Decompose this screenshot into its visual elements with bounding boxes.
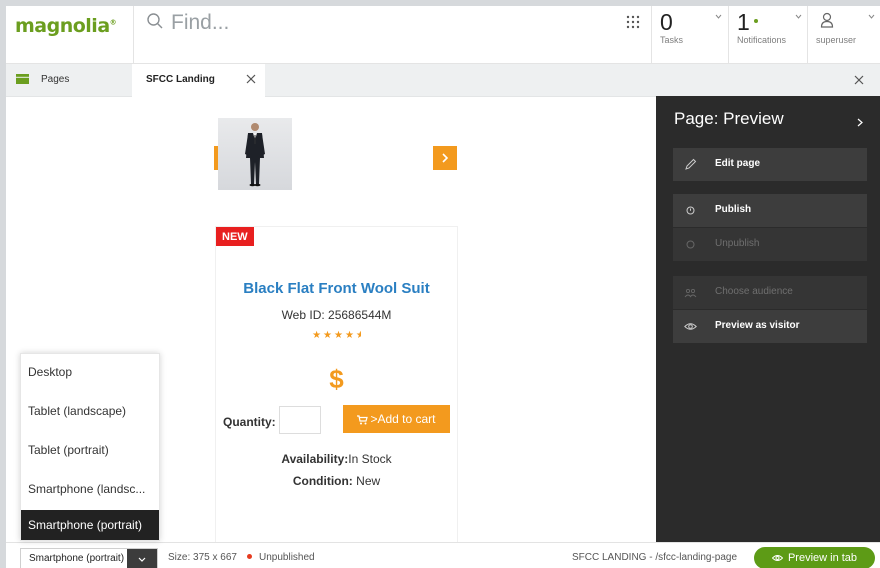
pages-app-icon — [16, 74, 29, 84]
device-select[interactable]: Smartphone (portrait) — [20, 548, 158, 568]
chevron-down-icon — [715, 14, 722, 19]
chevron-down-icon — [868, 14, 875, 19]
device-option-desktop[interactable]: Desktop — [21, 354, 159, 390]
new-notification-dot — [753, 18, 758, 23]
device-option-tablet-landscape[interactable]: Tablet (landscape) — [21, 393, 159, 429]
close-tab-icon[interactable] — [246, 74, 256, 84]
product-title[interactable]: Black Flat Front Wool Suit — [216, 280, 457, 297]
app-launcher-grid-icon[interactable] — [626, 15, 640, 29]
availability: Availability:In Stock — [216, 452, 457, 466]
device-dropdown-menu: Desktop Tablet (landscape) Tablet (portr… — [20, 353, 160, 541]
condition-label: Condition: — [292, 474, 353, 488]
carousel-next-button[interactable] — [433, 146, 457, 170]
preview-in-tab-label: Preview in tab — [787, 552, 858, 564]
new-badge: NEW — [216, 227, 254, 246]
tasks-count: 0 — [660, 9, 673, 35]
eye-icon — [771, 555, 784, 561]
publish-status-label: Unpublished — [259, 552, 315, 563]
device-select-value: Smartphone (portrait) — [29, 553, 125, 564]
tab-sfcc-landing-label: SFCC Landing — [146, 74, 215, 85]
tasks-label: Tasks — [660, 35, 684, 45]
product-web-id: Web ID: 25686544M — [281, 308, 392, 322]
preview-as-visitor-action[interactable]: Preview as visitor — [673, 310, 867, 343]
pencil-icon — [685, 158, 697, 170]
tasks-indicator[interactable]: 0 Tasks — [651, 6, 729, 63]
half-star-icon: ★ — [356, 330, 361, 341]
product-price: $ — [329, 364, 344, 394]
availability-value: In Stock — [348, 452, 392, 466]
condition: Condition: New — [216, 474, 457, 488]
logo-text: magnolia — [15, 15, 110, 37]
edit-page-action[interactable]: Edit page — [673, 148, 867, 181]
status-dot-icon — [247, 554, 252, 559]
unpublish-label: Unpublish — [715, 238, 760, 249]
collapse-panel-icon[interactable] — [857, 118, 863, 127]
preview-as-visitor-label: Preview as visitor — [715, 320, 800, 331]
app-window: magnolia® 0 Tasks 1 Notifications — [6, 6, 880, 568]
tab-sfcc-landing[interactable]: SFCC Landing — [132, 64, 265, 97]
device-option-smartphone-landscape[interactable]: Smartphone (landsc... — [21, 471, 159, 507]
search-icon — [147, 13, 163, 29]
username-label: superuser — [816, 35, 857, 45]
user-menu[interactable]: superuser — [807, 6, 880, 63]
chevron-down-icon — [138, 557, 146, 562]
actions-panel: Page: Preview Edit page Publish Unpublis… — [656, 96, 880, 542]
notifications-indicator[interactable]: 1 Notifications — [728, 6, 808, 63]
publish-label: Publish — [715, 204, 752, 215]
quantity-input[interactable] — [279, 406, 321, 434]
choose-audience-label: Choose audience — [715, 286, 793, 297]
cart-icon — [357, 415, 369, 425]
product-card: NEW Black Flat Front Wool Suit Web ID: 2… — [215, 226, 458, 542]
app-tab-bar: Pages SFCC Landing — [6, 64, 880, 97]
notifications-count: 1 — [737, 9, 758, 36]
unpublish-action[interactable]: Unpublish — [673, 228, 867, 261]
quantity-label: Quantity: — [223, 415, 276, 429]
preview-in-tab-button[interactable]: Preview in tab — [754, 547, 875, 568]
close-app-icon[interactable] — [854, 75, 864, 85]
magnolia-logo[interactable]: magnolia® — [15, 15, 117, 37]
publish-icon — [686, 206, 695, 215]
notifications-label: Notifications — [737, 35, 787, 45]
user-icon — [820, 12, 834, 28]
add-to-cart-label: >Add to cart — [370, 412, 436, 426]
device-option-tablet-portrait[interactable]: Tablet (portrait) — [21, 432, 159, 468]
unpublish-icon — [686, 240, 695, 249]
chevron-down-icon — [795, 14, 802, 19]
tab-pages[interactable]: Pages — [6, 64, 132, 96]
viewport-size: Size: 375 x 667 — [168, 552, 237, 563]
eye-icon — [684, 323, 697, 330]
top-header: magnolia® 0 Tasks 1 Notifications — [6, 6, 880, 64]
page-path: SFCC LANDING - /sfcc-landing-page — [572, 552, 738, 563]
suit-model-image — [245, 123, 265, 187]
device-select-toggle[interactable] — [127, 549, 157, 568]
publish-status: Unpublished — [247, 552, 315, 563]
publish-action[interactable]: Publish — [673, 194, 867, 227]
product-image — [218, 118, 292, 190]
audience-icon — [684, 288, 697, 298]
rating-stars-full: ★★★★ — [312, 330, 356, 341]
choose-audience-action[interactable]: Choose audience — [673, 276, 867, 309]
search-input[interactable] — [171, 10, 631, 36]
status-bar: Smartphone (portrait) Size: 375 x 667 Un… — [6, 542, 880, 568]
registered-mark: ® — [109, 18, 117, 27]
add-to-cart-button[interactable]: >Add to cart — [343, 405, 450, 433]
edit-page-label: Edit page — [715, 158, 761, 169]
condition-value: New — [356, 474, 381, 488]
availability-label: Availability: — [281, 452, 349, 466]
search-bar — [133, 6, 650, 63]
device-option-smartphone-portrait[interactable]: Smartphone (portrait) — [21, 510, 159, 540]
tab-pages-label: Pages — [41, 74, 70, 85]
panel-title: Page: Preview — [674, 109, 784, 128]
rating-stars: ★★★★★ — [216, 330, 457, 341]
